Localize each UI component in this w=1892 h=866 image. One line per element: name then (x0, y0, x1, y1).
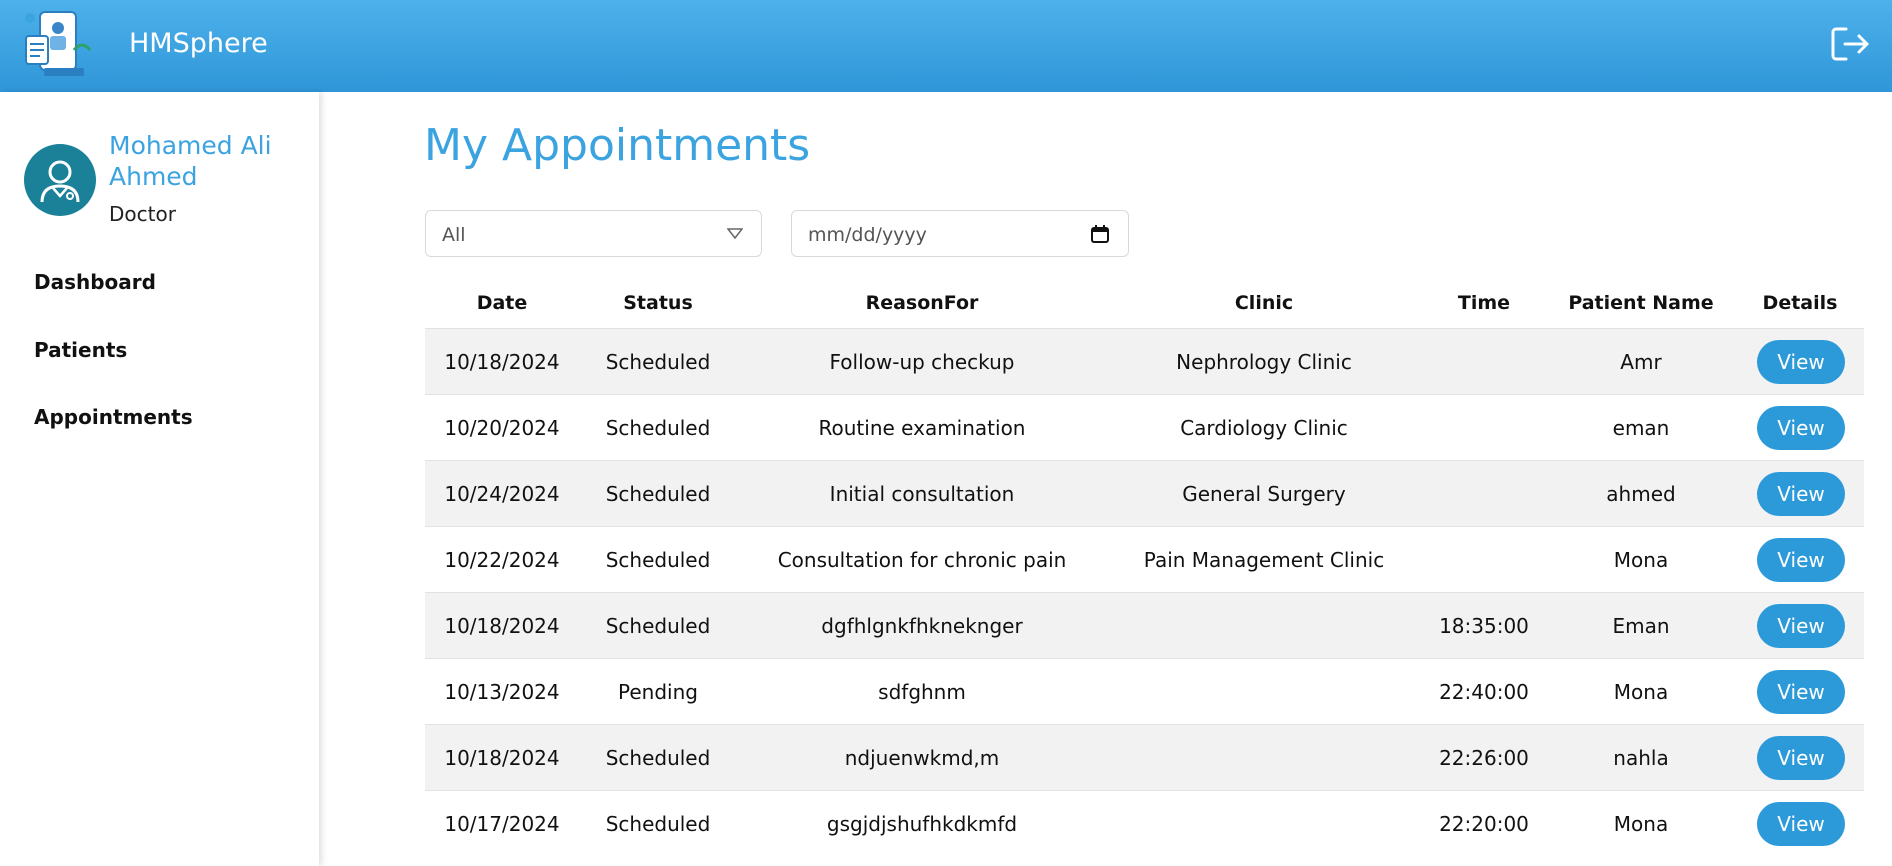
chevron-down-icon (727, 228, 743, 240)
table-row: 10/20/2024 Scheduled Routine examination Ca… (425, 394, 1864, 460)
cell-patient-name: Amr (1620, 350, 1662, 374)
cell-status: Scheduled (605, 548, 711, 572)
date-filter-input[interactable]: mm/dd/yyyy (791, 210, 1129, 257)
view-details-button[interactable]: View (1757, 670, 1845, 714)
table-row: 10/17/2024 Scheduled gsgjdjshufhkdkmfd 22:2… (425, 790, 1864, 856)
column-header-status: Status (623, 292, 693, 314)
cell-date: 10/18/2024 (444, 746, 560, 770)
column-header-patient-name: Patient Name (1568, 292, 1714, 314)
sidebar-item-dashboard[interactable]: Dashboard (34, 270, 156, 294)
status-filter-select[interactable]: All (425, 210, 762, 257)
cell-patient-name: Eman (1612, 614, 1670, 638)
column-header-date: Date (476, 292, 528, 314)
cell-status: Scheduled (605, 416, 711, 440)
cell-date: 10/24/2024 (444, 482, 560, 506)
profile-name: Mohamed Ali Ahmed (109, 131, 272, 191)
cell-clinic: Nephrology Clinic (1176, 350, 1352, 374)
table-row: 10/18/2024 Scheduled ndjuenwkmd,m 22:26:00 n… (425, 724, 1864, 790)
cell-time: 22:20:00 (1439, 812, 1529, 836)
cell-reason: Initial consultation (829, 482, 1015, 506)
cell-clinic: Pain Management Clinic (1143, 548, 1385, 572)
cell-date: 10/13/2024 (444, 680, 560, 704)
view-details-button[interactable]: View (1757, 538, 1845, 582)
cell-patient-name: Mona (1613, 680, 1669, 704)
column-header-time: Time (1457, 292, 1511, 314)
view-details-button[interactable]: View (1757, 340, 1845, 384)
profile-role: Doctor (109, 202, 176, 226)
cell-date: 10/20/2024 (444, 416, 560, 440)
cell-reason: gsgjdjshufhkdkmfd (826, 812, 1018, 836)
cell-status: Scheduled (605, 350, 711, 374)
table-row: 10/22/2024 Scheduled Consultation for chro… (425, 526, 1864, 592)
column-header-reason: ReasonFor (865, 292, 979, 314)
app-title: HMSphere (129, 28, 268, 59)
column-header-clinic: Clinic (1234, 292, 1294, 314)
appointments-table: Date Status ReasonFor Clinic Time Patien… (425, 284, 1864, 856)
column-header-details: Details (1762, 292, 1838, 314)
cell-reason: sdfghnm (878, 680, 966, 704)
cell-patient-name: nahla (1613, 746, 1669, 770)
table-row: 10/18/2024 Scheduled dgfhlgnkfhkneknger 18:… (425, 592, 1864, 658)
cell-date: 10/17/2024 (444, 812, 560, 836)
page-title: My Appointments (424, 120, 811, 171)
cell-status: Scheduled (605, 614, 711, 638)
cell-reason: Consultation for chronic pain (777, 548, 1067, 572)
cell-reason: ndjuenwkmd,m (844, 746, 1000, 770)
view-details-button[interactable]: View (1757, 472, 1845, 516)
calendar-icon[interactable] (1090, 224, 1110, 244)
cell-patient-name: Mona (1613, 812, 1669, 836)
cell-reason: Follow-up checkup (829, 350, 1015, 374)
cell-clinic: General Surgery (1182, 482, 1346, 506)
logout-icon[interactable] (1830, 26, 1870, 62)
cell-time: 22:40:00 (1439, 680, 1529, 704)
date-filter-placeholder: mm/dd/yyyy (808, 224, 927, 246)
cell-date: 10/22/2024 (444, 548, 560, 572)
cell-reason: dgfhlgnkfhkneknger (821, 614, 1023, 638)
cell-time: 18:35:00 (1439, 614, 1529, 638)
cell-status: Scheduled (605, 746, 711, 770)
table-row: 10/24/2024 Scheduled Initial consultation G… (425, 460, 1864, 526)
cell-patient-name: Mona (1613, 548, 1669, 572)
cell-status: Pending (618, 680, 698, 704)
cell-status: Scheduled (605, 482, 711, 506)
table-row: 10/18/2024 Scheduled Follow-up checkup Neph… (425, 328, 1864, 394)
cell-time: 22:26:00 (1439, 746, 1529, 770)
cell-clinic: Cardiology Clinic (1180, 416, 1348, 440)
table-header: Date Status ReasonFor Clinic Time Patien… (425, 284, 1864, 328)
view-details-button[interactable]: View (1757, 406, 1845, 450)
cell-patient-name: eman (1612, 416, 1670, 440)
cell-status: Scheduled (605, 812, 711, 836)
top-bar: HMSphere (0, 0, 1892, 92)
cell-date: 10/18/2024 (444, 614, 560, 638)
table-row: 10/13/2024 Pending sdfghnm 22:40:00 Mona View (425, 658, 1864, 724)
view-details-button[interactable]: View (1757, 604, 1845, 648)
view-details-button[interactable]: View (1757, 802, 1845, 846)
table-body: 10/18/2024 Scheduled Follow-up checkup Neph… (425, 328, 1864, 856)
app-logo-icon[interactable] (22, 10, 96, 80)
doctor-avatar-icon (24, 144, 96, 216)
sidebar: Mohamed Ali Ahmed Doctor Dashboard Patie… (0, 92, 319, 866)
cell-patient-name: ahmed (1606, 482, 1676, 506)
status-filter-value: All (442, 224, 466, 246)
cell-date: 10/18/2024 (444, 350, 560, 374)
sidebar-item-patients[interactable]: Patients (34, 338, 127, 362)
cell-reason: Routine examination (818, 416, 1026, 440)
view-details-button[interactable]: View (1757, 736, 1845, 780)
sidebar-item-appointments[interactable]: Appointments (34, 405, 193, 429)
